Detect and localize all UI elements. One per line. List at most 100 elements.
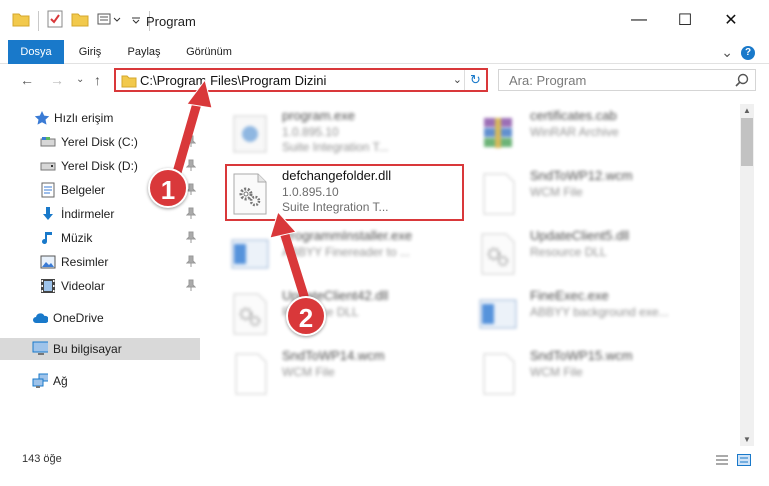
file-detail: WCM File [530,185,583,199]
pin-icon[interactable] [185,207,197,222]
refresh-icon[interactable]: ↻ [464,70,486,90]
pin-icon[interactable] [185,255,197,270]
customize-toolbar-icon[interactable] [97,11,123,30]
up-arrow-icon[interactable]: ↑ [94,72,101,88]
sidebar-item-label: Belgeler [61,183,106,197]
drive-icon [40,158,56,174]
details-view-icon[interactable] [715,454,729,469]
network-icon [32,373,48,389]
tab-file[interactable]: Dosya [8,40,64,64]
list-item[interactable]: UpdateClient42.dll Resource DLL [226,286,466,342]
sidebar-item-network[interactable]: Ağ [0,370,200,392]
list-item[interactable]: program.exe 1.0.895.10 Suite Integration… [226,106,466,162]
scroll-up-icon[interactable]: ▲ [741,106,753,115]
file-detail: Suite Integration T... [282,140,389,154]
app-window-icon [230,232,270,276]
title-bar: Program — ☐ ✕ [0,0,769,40]
list-item[interactable]: SndToWP15.wcm WCM File [474,346,714,402]
minimize-button[interactable]: — [616,0,662,40]
back-arrow-icon[interactable]: ← [20,72,34,88]
app-window-icon [478,292,518,336]
drive-icon [40,134,56,150]
sidebar-item-label: Ağ [53,374,68,388]
tab-share[interactable]: Paylaş [120,40,168,64]
list-item[interactable]: SndToWP12.wcm WCM File [474,166,714,222]
new-folder-icon[interactable] [71,11,89,30]
list-item[interactable]: SndToWP14.wcm WCM File [226,346,466,402]
sidebar-item-label: Yerel Disk (D:) [61,159,138,173]
quick-access-toolbar [12,10,150,31]
sidebar-item-onedrive[interactable]: OneDrive [0,307,200,329]
file-detail: WCM File [530,365,583,379]
archive-icon [478,112,518,156]
expand-ribbon-icon[interactable]: ⌄ [721,44,733,61]
step-marker-2: 2 [286,296,326,336]
search-icon[interactable] [735,73,749,90]
window-title: Program [146,14,196,29]
pin-icon[interactable] [185,279,197,294]
ribbon-tabs: Dosya Giriş Paylaş Görünüm ⌄ ? [0,40,769,64]
file-name: program.exe [282,108,355,123]
file-name: FineExec.exe [530,288,609,303]
file-detail: WinRAR Archive [530,125,619,139]
sidebar-item-this-pc[interactable]: Bu bilgisayar [0,338,200,360]
list-item[interactable]: certificates.cab WinRAR Archive [474,106,714,162]
search-input[interactable]: Ara: Program [509,73,586,88]
address-path[interactable]: C:\Program Files\Program Dizini [140,73,326,88]
cloud-icon [32,310,48,326]
search-box[interactable]: Ara: Program [498,69,756,91]
folder-icon [121,74,137,91]
forward-arrow-icon[interactable]: → [50,72,64,88]
maximize-button[interactable]: ☐ [662,0,708,40]
scroll-thumb[interactable] [741,118,753,166]
file-list: program.exe 1.0.895.10 Suite Integration… [210,104,738,446]
sidebar-item-label: Bu bilgisayar [53,342,122,356]
tab-home[interactable]: Giriş [68,40,112,64]
pin-icon[interactable] [185,231,197,246]
file-name: SndToWP12.wcm [530,168,633,183]
star-icon [34,110,50,126]
sidebar-item-label: Videolar [61,279,105,293]
step-marker-1: 1 [148,168,188,208]
file-detail: WCM File [282,365,335,379]
sidebar-item-pictures[interactable]: Resimler [0,251,200,273]
computer-icon [32,341,48,357]
list-item[interactable]: FineExec.exe ABBYY background exe... [474,286,714,342]
tiles-view-icon[interactable] [737,454,751,469]
properties-icon[interactable] [47,10,63,31]
file-name: UpdateClient5.dll [530,228,630,243]
pin-icon[interactable] [185,159,197,174]
item-count: 143 öğe [22,453,62,465]
help-icon[interactable]: ? [741,45,755,60]
scroll-down-icon[interactable]: ▼ [741,435,753,444]
sidebar-item-label: Hızlı erişim [54,111,114,125]
status-bar: 143 öğe [0,448,769,470]
pin-icon[interactable] [185,135,197,150]
videos-icon [40,278,56,294]
address-dropdown-icon[interactable]: ⌄ [453,73,462,86]
recent-locations-icon[interactable]: ⌄ [76,74,84,85]
downloads-icon [40,206,56,222]
dll-gear-icon [478,232,518,276]
dropdown-icon[interactable] [131,11,141,30]
navigation-pane: Hızlı erişim Yerel Disk (C:) Yerel Disk … [0,104,205,446]
folder-icon [12,11,30,30]
address-bar[interactable]: C:\Program Files\Program Dizini ⌄ ↻ [114,68,488,92]
file-detail: 1.0.895.10 [282,125,339,139]
file-name: SndToWP14.wcm [282,348,385,363]
list-item[interactable]: UpdateClient5.dll Resource DLL [474,226,714,282]
sidebar-item-label: Resimler [61,255,109,269]
sidebar-item-quick-access[interactable]: Hızlı erişim [0,107,200,129]
sidebar-item-local-disk-c[interactable]: Yerel Disk (C:) [0,131,200,153]
separator [38,10,39,31]
list-item[interactable]: ProgrammInstaller.exe ABBYY Finereader t… [226,226,466,282]
sidebar-item-music[interactable]: Müzik [0,227,200,249]
music-icon [40,230,56,246]
vertical-scrollbar[interactable]: ▲ ▼ [740,104,754,446]
file-highlight-box [225,164,464,221]
sidebar-item-videos[interactable]: Videolar [0,275,200,297]
close-button[interactable]: ✕ [708,0,754,40]
blank-file-icon [478,172,518,216]
file-detail: ABBYY Finereader to ... [282,245,410,259]
tab-view[interactable]: Görünüm [178,40,240,64]
